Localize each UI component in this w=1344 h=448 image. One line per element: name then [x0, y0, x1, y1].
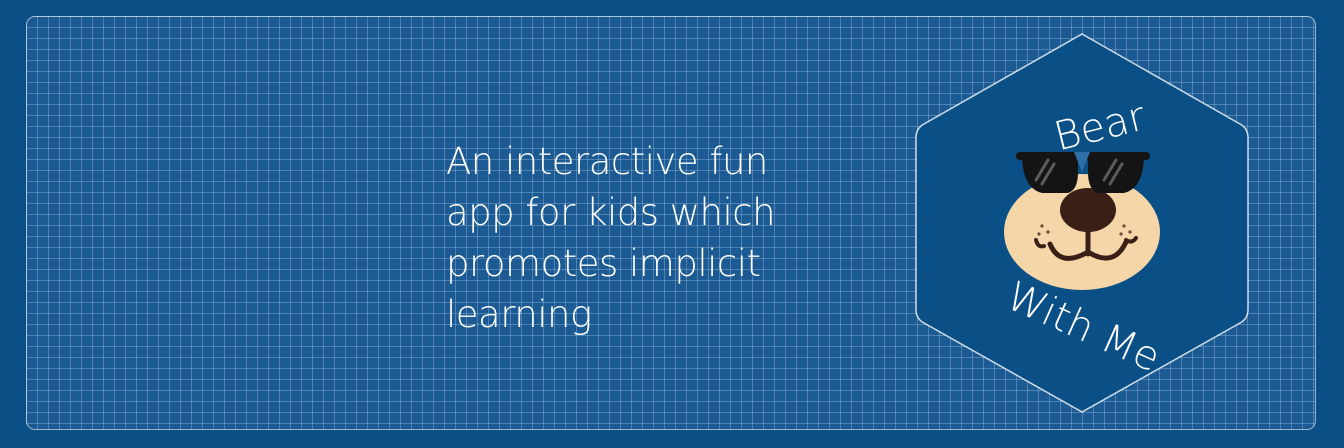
bear-with-me-logo: Bear With Me: [915, 33, 1249, 413]
tagline-text: An interactive fun app for kids which pr…: [446, 140, 776, 336]
hero-banner: An interactive fun app for kids which pr…: [0, 0, 1344, 448]
bear-face-icon: [1004, 174, 1160, 290]
